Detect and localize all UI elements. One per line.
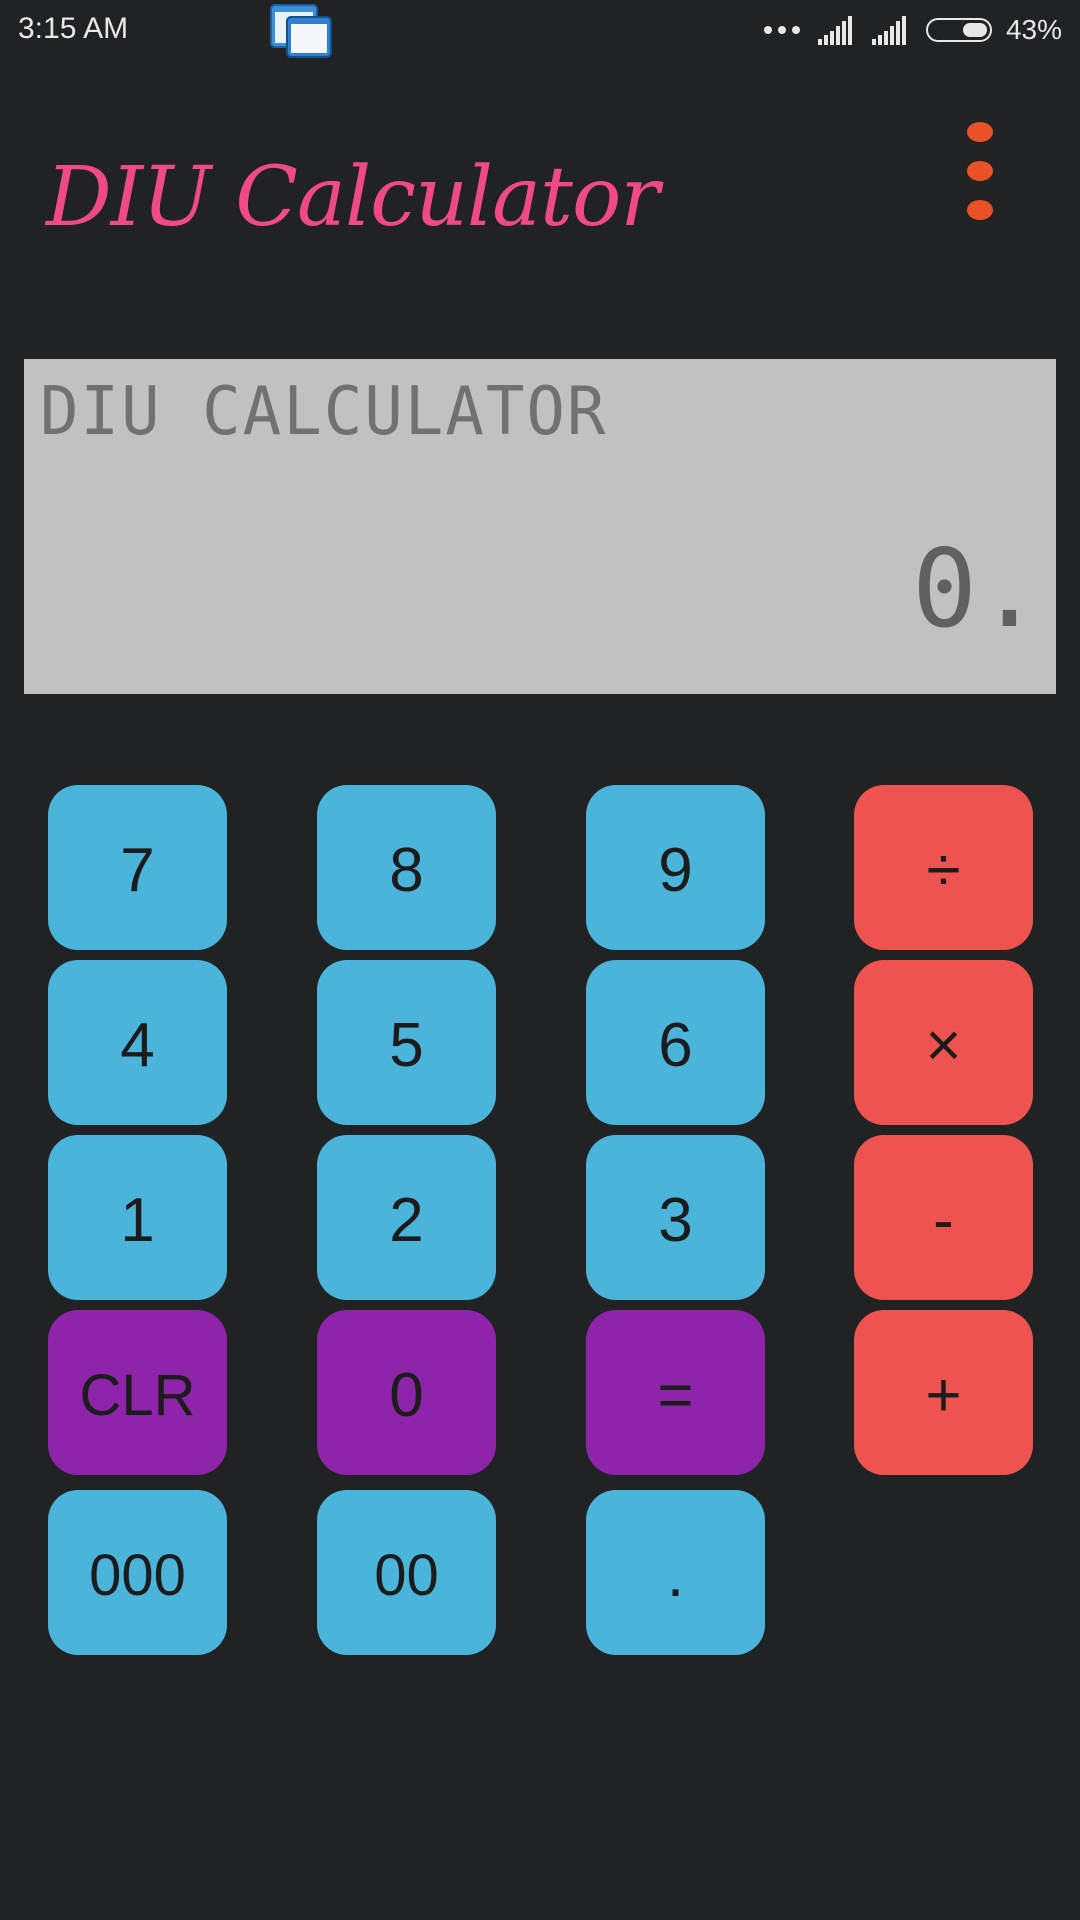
- battery-level: [962, 23, 987, 37]
- battery-percent: 43%: [1005, 14, 1062, 45]
- status-time: 3:15 AM: [18, 12, 129, 45]
- key-000[interactable]: 000: [48, 1490, 227, 1655]
- display-value: 0.: [911, 527, 1042, 652]
- status-indicators: 43%: [763, 10, 1062, 50]
- display-label: DIU CALCULATOR: [40, 373, 608, 451]
- plus-button[interactable]: +: [854, 1310, 1033, 1475]
- key-00[interactable]: 00: [317, 1490, 496, 1655]
- key-7[interactable]: 7: [48, 785, 227, 950]
- more-vertical-icon: [967, 122, 993, 142]
- divide-button[interactable]: ÷: [854, 785, 1033, 950]
- key-1[interactable]: 1: [48, 1135, 227, 1300]
- signal-strength-icon: [817, 15, 858, 45]
- overflow-menu-button[interactable]: [954, 122, 1006, 220]
- calculator-display: DIU CALCULATOR 0.: [24, 359, 1056, 694]
- multiply-button[interactable]: ×: [854, 960, 1033, 1125]
- key-6[interactable]: 6: [586, 960, 765, 1125]
- status-bar: 3:15 AM 43%: [0, 0, 1080, 62]
- signal-strength-icon: [871, 15, 912, 45]
- key-4[interactable]: 4: [48, 960, 227, 1125]
- key-2[interactable]: 2: [317, 1135, 496, 1300]
- key-3[interactable]: 3: [586, 1135, 765, 1300]
- minus-button[interactable]: -: [854, 1135, 1033, 1300]
- key-8[interactable]: 8: [317, 785, 496, 950]
- more-notifications-icon: [763, 26, 800, 34]
- key-0[interactable]: 0: [317, 1310, 496, 1475]
- battery-icon: [925, 18, 992, 42]
- equals-button[interactable]: =: [586, 1310, 765, 1475]
- key-5[interactable]: 5: [317, 960, 496, 1125]
- app-title: DIU Calculator: [46, 150, 660, 245]
- window-switcher-icon: [270, 4, 332, 58]
- decimal-button[interactable]: .: [586, 1490, 765, 1655]
- clear-button[interactable]: CLR: [48, 1310, 227, 1475]
- key-9[interactable]: 9: [586, 785, 765, 950]
